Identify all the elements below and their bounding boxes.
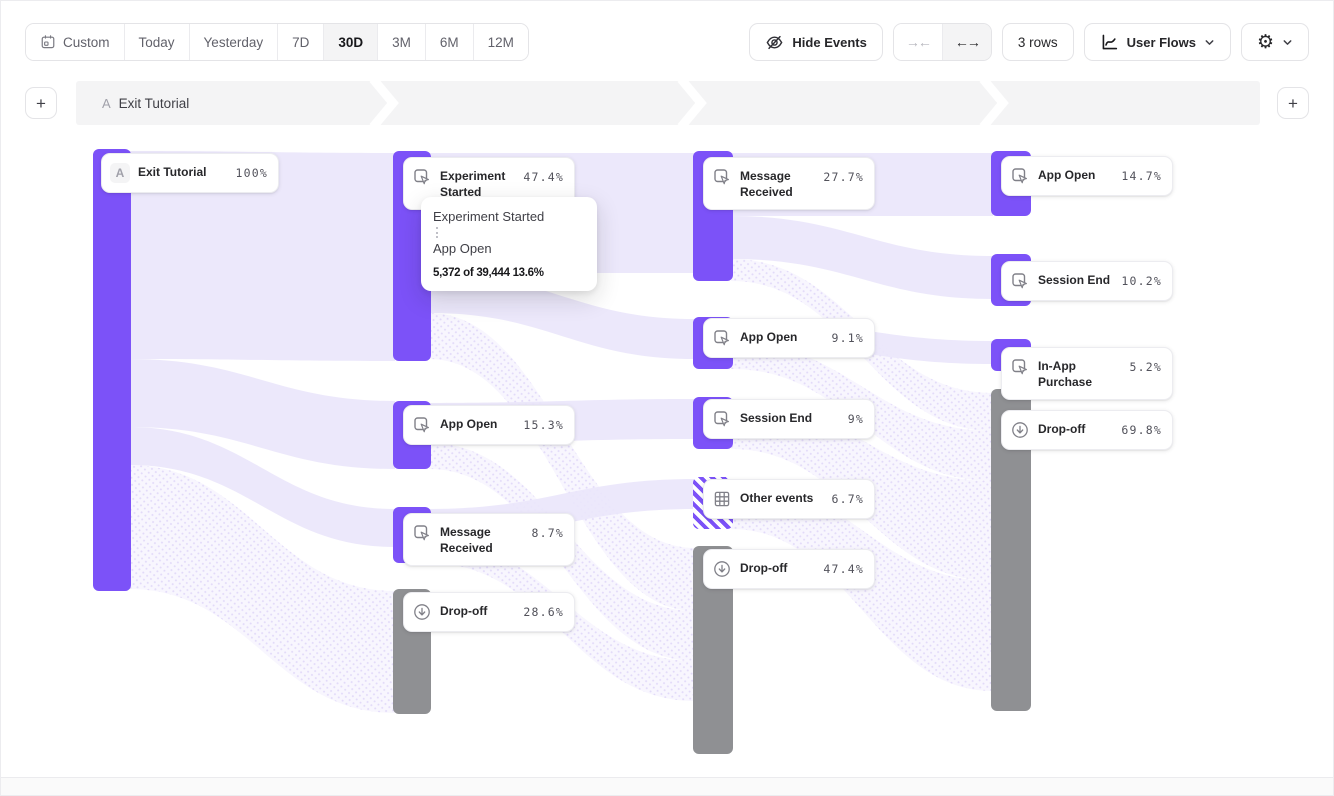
event-click-icon [1010, 357, 1030, 377]
date-12m-button[interactable]: 12M [474, 24, 528, 60]
step-title: Exit Tutorial [119, 96, 190, 111]
step-chevron-icon [979, 81, 1013, 125]
tooltip-stat: 5,372 of 39,444 13.6% [433, 267, 585, 279]
grid-events-icon [712, 489, 732, 509]
rows-button[interactable]: 3 rows [1002, 23, 1074, 61]
user-flows-app: Custom Today Yesterday 7D 30D 3M 6M 12M … [0, 0, 1334, 796]
view-selector-label: User Flows [1127, 35, 1196, 50]
rows-label: 3 rows [1018, 35, 1058, 50]
node-card-session-end-3[interactable]: Session End 9% [703, 399, 875, 439]
eye-off-icon [765, 33, 784, 52]
node-card-session-end-4[interactable]: Session End 10.2% [1001, 261, 1173, 301]
date-yesterday-button[interactable]: Yesterday [190, 24, 279, 60]
settings-button[interactable]: ⚙ [1241, 23, 1309, 61]
node-card-app-open-2[interactable]: App Open 15.3% [403, 405, 575, 445]
node-card-app-open-3[interactable]: App Open 9.1% [703, 318, 875, 358]
chevron-down-icon [1282, 37, 1293, 48]
node-card-app-open-4[interactable]: App Open 14.7% [1001, 156, 1173, 196]
step-badge: A [102, 96, 111, 111]
event-click-icon [1010, 271, 1030, 291]
event-click-icon [712, 409, 732, 429]
node-card-in-app-purchase-4[interactable]: In-App Purchase 5.2% [1001, 347, 1173, 400]
sankey-flow-ribbons [1, 125, 1334, 780]
date-6m-button[interactable]: 6M [426, 24, 474, 60]
view-selector-button[interactable]: User Flows [1084, 23, 1231, 61]
date-custom-label: Custom [63, 35, 110, 50]
node-bar-exit-tutorial[interactable] [93, 149, 131, 591]
node-card-message-received-2[interactable]: Message Received 8.7% [403, 513, 575, 566]
date-3m-button[interactable]: 3M [378, 24, 426, 60]
event-click-icon [412, 167, 432, 187]
date-30d-button[interactable]: 30D [324, 24, 378, 60]
node-card-dropoff-4[interactable]: Drop-off 69.8% [1001, 410, 1173, 450]
hide-events-label: Hide Events [792, 35, 866, 50]
chevron-down-icon [1204, 37, 1215, 48]
expand-arrows-icon: ←→ [955, 34, 979, 50]
date-custom-button[interactable]: Custom [26, 24, 125, 60]
collapse-columns-button[interactable]: →← [894, 24, 943, 60]
node-card-message-received-3[interactable]: Message Received 27.7% [703, 157, 875, 210]
tooltip-source-event: Experiment Started [433, 209, 585, 224]
step-chevron-icon [369, 81, 403, 125]
dropoff-arrow-icon [1010, 420, 1030, 440]
user-flows-chart-icon [1100, 33, 1119, 52]
event-click-icon [412, 415, 432, 435]
date-today-button[interactable]: Today [125, 24, 190, 60]
gear-icon: ⚙ [1257, 33, 1274, 52]
toolbar-right: Hide Events →← ←→ 3 rows User Flows [749, 23, 1309, 61]
event-click-icon [412, 523, 432, 543]
hide-events-button[interactable]: Hide Events [749, 23, 882, 61]
add-step-right-button[interactable]: + [1277, 87, 1309, 119]
event-click-icon [1010, 166, 1030, 186]
date-range-selector: Custom Today Yesterday 7D 30D 3M 6M 12M [25, 23, 529, 61]
expand-columns-button[interactable]: ←→ [943, 24, 991, 60]
add-step-left-button[interactable]: + [25, 87, 57, 119]
node-card-exit-tutorial[interactable]: A Exit Tutorial 100% [101, 153, 279, 193]
flow-link-tooltip: Experiment Started App Open 5,372 of 39,… [421, 197, 597, 291]
tooltip-target-event: App Open [433, 241, 585, 256]
toolbar: Custom Today Yesterday 7D 30D 3M 6M 12M … [25, 23, 1309, 61]
bottom-divider-bar [1, 777, 1333, 795]
event-badge-a: A [110, 163, 130, 183]
node-card-dropoff-3[interactable]: Drop-off 47.4% [703, 549, 875, 589]
event-click-icon [712, 328, 732, 348]
tooltip-connector-line [436, 227, 438, 238]
collapse-arrows-icon: →← [906, 34, 930, 50]
node-card-dropoff-2[interactable]: Drop-off 28.6% [403, 592, 575, 632]
dropoff-arrow-icon [412, 602, 432, 622]
dropoff-arrow-icon [712, 559, 732, 579]
date-7d-button[interactable]: 7D [278, 24, 324, 60]
node-card-other-events-3[interactable]: Other events 6.7% [703, 479, 875, 519]
calendar-icon [40, 34, 56, 50]
column-width-toggle: →← ←→ [893, 23, 992, 61]
step-chevron-icon [677, 81, 711, 125]
event-click-icon [712, 167, 732, 187]
flow-path-band[interactable]: A Exit Tutorial [76, 81, 1260, 125]
